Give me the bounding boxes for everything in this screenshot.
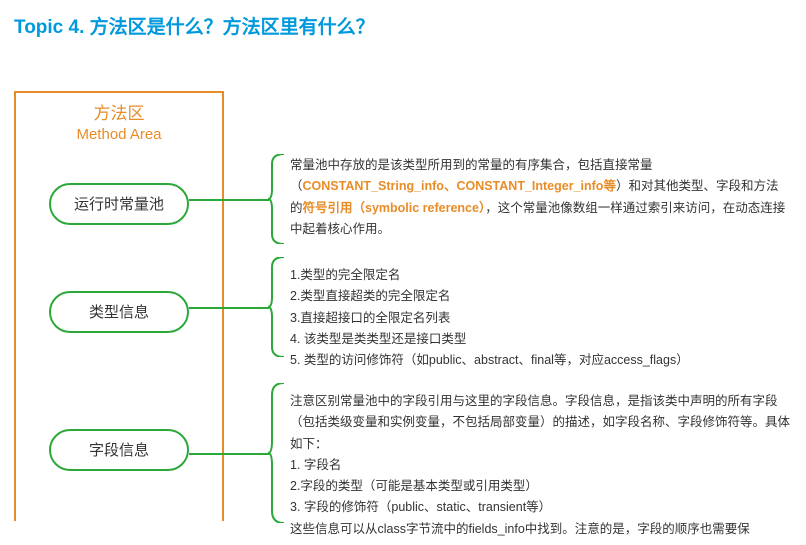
desc-type-info: 1.类型的完全限定名 2.类型直接超类的完全限定名 3.直接超接口的全限定名列表… — [290, 265, 790, 371]
pill-type-info: 类型信息 — [49, 291, 189, 333]
desc3-t2: 这些信息可以从class字节流中的fields_info中找到。注意的是，字段的… — [290, 519, 790, 540]
connector-1 — [189, 199, 269, 201]
bracket-1 — [268, 154, 286, 244]
desc1-h2: 符号引用（symbolic reference） — [303, 201, 486, 215]
desc3-l1: 1. 字段名 — [290, 455, 790, 476]
desc3-t1: 注意区别常量池中的字段引用与这里的字段信息。字段信息，是指该类中声明的所有字段（… — [290, 391, 790, 455]
pill-field-info: 字段信息 — [49, 429, 189, 471]
desc2-l2: 2.类型直接超类的完全限定名 — [290, 286, 790, 307]
method-area-cn: 方法区 — [16, 103, 222, 125]
desc1-h1: CONSTANT_String_info、CONSTANT_Integer_in… — [303, 179, 616, 193]
connector-3 — [189, 453, 269, 455]
page-title: Topic 4. 方法区是什么？方法区里有什么？ — [0, 0, 806, 51]
desc2-l4: 4. 该类型是类类型还是接口类型 — [290, 329, 790, 350]
connector-2 — [189, 307, 269, 309]
desc2-l5: 5. 类型的访问修饰符（如public、abstract、final等，对应ac… — [290, 350, 790, 371]
desc3-l2: 2.字段的类型（可能是基本类型或引用类型） — [290, 476, 790, 497]
desc-runtime-constant-pool: 常量池中存放的是该类型所用到的常量的有序集合，包括直接常量（CONSTANT_S… — [290, 155, 790, 240]
bracket-2 — [268, 257, 286, 357]
desc3-l3: 3. 字段的修饰符（public、static、transient等） — [290, 497, 790, 518]
bracket-3 — [268, 383, 286, 523]
method-area-box: 方法区 Method Area 运行时常量池 类型信息 字段信息 — [14, 91, 224, 521]
pill-runtime-constant-pool: 运行时常量池 — [49, 183, 189, 225]
desc-field-info: 注意区别常量池中的字段引用与这里的字段信息。字段信息，是指该类中声明的所有字段（… — [290, 391, 790, 540]
method-area-en: Method Area — [16, 125, 222, 145]
method-area-title: 方法区 Method Area — [16, 103, 222, 145]
desc2-l3: 3.直接超接口的全限定名列表 — [290, 308, 790, 329]
desc2-l1: 1.类型的完全限定名 — [290, 265, 790, 286]
